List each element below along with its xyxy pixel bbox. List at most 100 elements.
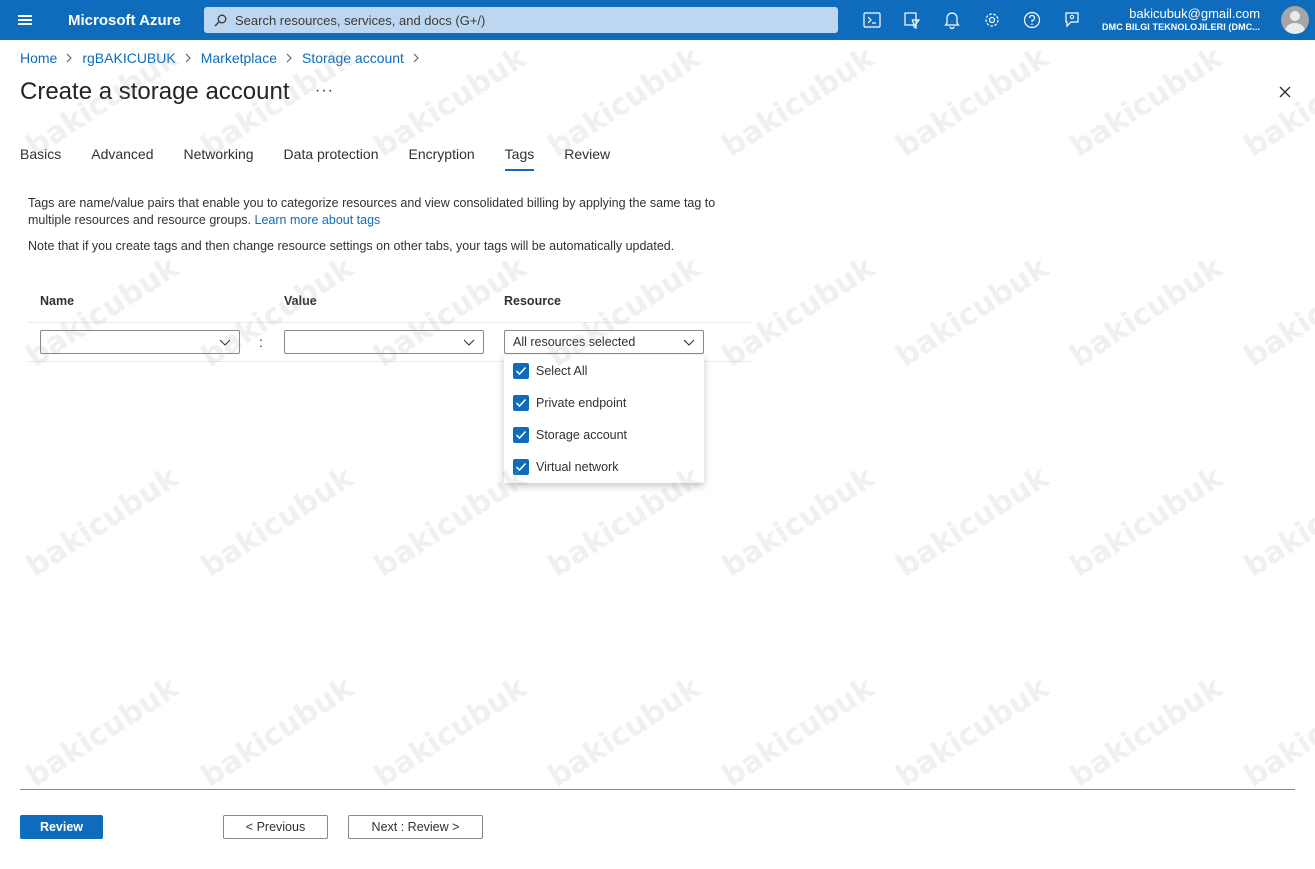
checkbox-checked-icon[interactable]	[513, 459, 529, 475]
watermark-text: bakicubuk	[1238, 670, 1315, 795]
watermark-text: bakicubuk	[195, 460, 360, 585]
feedback-button[interactable]	[1052, 0, 1092, 40]
settings-button[interactable]	[972, 0, 1012, 40]
option-storage-account[interactable]: Storage account	[513, 426, 627, 444]
watermark-text: bakicubuk	[542, 670, 707, 795]
cloud-shell-button[interactable]	[852, 0, 892, 40]
breadcrumb-marketplace[interactable]: Marketplace	[201, 50, 277, 66]
checkbox-checked-icon[interactable]	[513, 363, 529, 379]
chevron-right-icon	[66, 53, 73, 63]
option-select-all[interactable]: Select All	[513, 362, 587, 380]
bell-icon	[944, 12, 960, 29]
next-review-button[interactable]: Next : Review >	[348, 815, 483, 839]
option-label: Private endpoint	[536, 396, 627, 410]
watermark-text: bakicubuk	[890, 670, 1055, 795]
footer-divider	[20, 789, 1295, 790]
name-value-separator: :	[259, 334, 263, 350]
resource-dropdown-value: All resources selected	[513, 335, 636, 349]
help-icon	[1023, 11, 1041, 29]
close-button[interactable]	[1277, 84, 1293, 100]
account-info[interactable]: bakicubuk@gmail.com DMC BILGI TEKNOLOJIL…	[1102, 6, 1260, 34]
close-icon	[1279, 86, 1291, 98]
watermark-text: bakicubuk	[890, 460, 1055, 585]
portal-menu-button[interactable]	[0, 0, 50, 40]
chevron-down-icon	[463, 339, 475, 346]
option-label: Virtual network	[536, 460, 619, 474]
checkbox-checked-icon[interactable]	[513, 427, 529, 443]
learn-more-link[interactable]: Learn more about tags	[255, 213, 381, 227]
watermark-text: bakicubuk	[1064, 460, 1229, 585]
global-search-box[interactable]: Search resources, services, and docs (G+…	[204, 7, 838, 33]
option-virtual-network[interactable]: Virtual network	[513, 458, 618, 476]
watermark-text: bakicubuk	[368, 670, 533, 795]
breadcrumb-home[interactable]: Home	[20, 50, 57, 66]
watermark-text: bakicubuk	[716, 670, 881, 795]
chevron-down-icon	[683, 339, 695, 346]
cloud-shell-icon	[863, 12, 881, 28]
watermark-text: bakicubuk	[195, 250, 360, 375]
watermark-text: bakicubuk	[1238, 460, 1315, 585]
chevron-right-icon	[185, 53, 192, 63]
watermark-text: bakicubuk	[1064, 670, 1229, 795]
previous-button[interactable]: < Previous	[223, 815, 328, 839]
watermark-text: bakicubuk	[20, 250, 185, 375]
brand-title[interactable]: Microsoft Azure	[68, 12, 204, 29]
chevron-down-icon	[219, 339, 231, 346]
column-header-value: Value	[284, 294, 317, 308]
directory-filter-icon	[904, 12, 921, 29]
avatar[interactable]	[1281, 6, 1309, 34]
wizard-tabs: Basics Advanced Networking Data protecti…	[20, 146, 640, 171]
breadcrumb: Home rgBAKICUBUK Marketplace Storage acc…	[20, 50, 429, 66]
page-title: Create a storage account	[20, 78, 290, 105]
checkbox-checked-icon[interactable]	[513, 395, 529, 411]
column-header-name: Name	[40, 294, 75, 308]
hamburger-icon	[18, 15, 32, 25]
watermark-text: bakicubuk	[890, 250, 1055, 375]
watermark-text: bakicubuk	[716, 460, 881, 585]
tag-value-combobox[interactable]	[284, 330, 484, 354]
more-options-button[interactable]: ···	[315, 82, 334, 100]
watermark-text: bakicubuk	[1064, 40, 1229, 165]
tags-note: Note that if you create tags and then ch…	[28, 239, 675, 253]
account-organization: DMC BILGI TEKNOLOJILERI (DMC...	[1102, 22, 1261, 32]
search-placeholder: Search resources, services, and docs (G+…	[235, 12, 486, 28]
watermark-text: bakicubuk	[1238, 40, 1315, 165]
tab-advanced[interactable]: Advanced	[91, 146, 153, 170]
breadcrumb-storage-account[interactable]: Storage account	[302, 50, 404, 66]
tab-data-protection[interactable]: Data protection	[284, 146, 379, 170]
account-email: bakicubuk@gmail.com	[1129, 6, 1261, 21]
watermark-text: bakicubuk	[1064, 250, 1229, 375]
watermark-text: bakicubuk	[1238, 250, 1315, 375]
notifications-button[interactable]	[932, 0, 972, 40]
watermark-text: bakicubuk	[716, 250, 881, 375]
tag-name-combobox[interactable]	[40, 330, 240, 354]
resource-options-list: Select All Private endpoint Storage acco…	[504, 355, 704, 483]
column-header-resource: Resource	[504, 294, 561, 308]
watermark-text: bakicubuk	[20, 670, 185, 795]
watermark-text: bakicubuk	[20, 460, 185, 585]
tab-encryption[interactable]: Encryption	[409, 146, 475, 170]
breadcrumb-resource-group[interactable]: rgBAKICUBUK	[82, 50, 175, 66]
tab-tags[interactable]: Tags	[504, 146, 534, 171]
directory-filter-button[interactable]	[892, 0, 932, 40]
review-button[interactable]: Review	[20, 815, 103, 839]
watermark-text: bakicubuk	[195, 670, 360, 795]
grid-divider	[28, 322, 752, 323]
resource-dropdown[interactable]: All resources selected	[504, 330, 704, 354]
watermark-text: bakicubuk	[716, 40, 881, 165]
gear-icon	[985, 13, 999, 27]
watermark-text: bakicubuk	[890, 40, 1055, 165]
tab-review[interactable]: Review	[564, 146, 610, 170]
tags-description: Tags are name/value pairs that enable yo…	[28, 195, 758, 229]
help-button[interactable]	[1012, 0, 1052, 40]
option-label: Storage account	[536, 428, 628, 442]
option-label: Select All	[536, 364, 588, 378]
tab-networking[interactable]: Networking	[184, 146, 254, 170]
chevron-right-icon	[413, 53, 420, 63]
tab-basics[interactable]: Basics	[20, 146, 61, 170]
top-navigation-bar: Microsoft Azure Search resources, servic…	[0, 0, 1315, 40]
chevron-right-icon	[286, 53, 293, 63]
feedback-icon	[1065, 12, 1079, 28]
option-private-endpoint[interactable]: Private endpoint	[513, 394, 626, 412]
search-icon	[214, 14, 227, 26]
